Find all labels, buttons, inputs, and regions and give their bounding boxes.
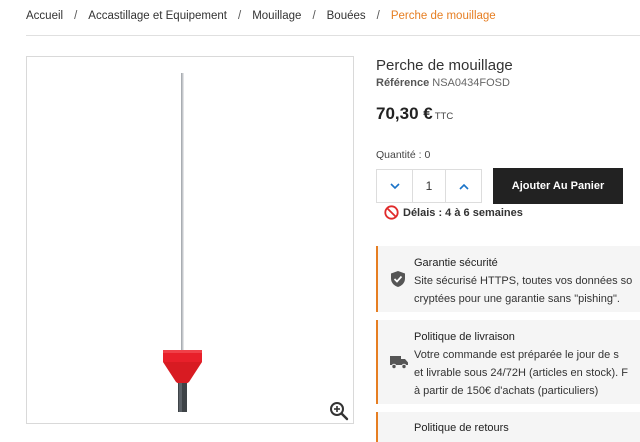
header-divider — [26, 35, 640, 36]
chevron-up-icon — [458, 183, 469, 190]
breadcrumb: Accueil / Accastillage et Equipement / Mouil… — [26, 10, 496, 22]
product-reference: Référence NSA0434FOSD — [376, 77, 510, 89]
breadcrumb-accastillage[interactable]: Accastillage et Equipement — [88, 10, 227, 22]
info-returns: Politique de retours — [376, 412, 640, 442]
price-suffix: TTC — [434, 111, 454, 122]
no-entry-icon — [384, 205, 399, 220]
chevron-down-icon — [389, 182, 400, 189]
delay-text: Délais : 4 à 6 semaines — [403, 206, 523, 219]
info-title: Politique de livraison — [414, 331, 515, 343]
info-line: cryptées pour une garantie sans "pishing… — [414, 293, 620, 305]
info-title: Garantie sécurité — [414, 257, 498, 269]
truck-icon — [390, 355, 408, 374]
quantity-decrease-button[interactable] — [377, 170, 412, 202]
breadcrumb-separator: / — [376, 10, 380, 22]
reference-label: Référence — [376, 77, 430, 89]
add-to-cart-button[interactable]: Ajouter Au Panier — [493, 168, 623, 204]
delivery-delay: Délais : 4 à 6 semaines — [384, 205, 523, 220]
info-line: Site sécurisé HTTPS, toutes vos données … — [414, 275, 633, 287]
quantity-label: Quantité : 0 — [376, 149, 431, 161]
product-image-panel[interactable] — [26, 56, 354, 424]
quantity-increase-button[interactable] — [446, 170, 481, 202]
product-image — [163, 73, 202, 412]
quantity-stepper: 1 — [376, 169, 482, 203]
breadcrumb-separator: / — [312, 10, 316, 22]
reference-value: NSA0434FOSD — [432, 77, 510, 89]
info-line: Votre commande est préparée le jour de s — [414, 349, 619, 361]
shield-check-icon — [390, 270, 406, 293]
price-value: 70,30 € — [376, 104, 433, 123]
breadcrumb-bouees[interactable]: Bouées — [327, 10, 366, 22]
info-delivery: Politique de livraison Votre commande es… — [376, 320, 640, 404]
breadcrumb-separator: / — [74, 10, 78, 22]
breadcrumb-current: Perche de mouillage — [390, 10, 496, 22]
info-line: à partir de 150€ d'achats (particuliers) — [414, 385, 599, 397]
product-price: 70,30 € TTC — [376, 104, 453, 124]
breadcrumb-mouillage[interactable]: Mouillage — [252, 10, 301, 22]
quantity-input[interactable]: 1 — [412, 170, 446, 202]
info-line: et livrable sous 24/72H (articles en sto… — [414, 367, 628, 379]
breadcrumb-separator: / — [238, 10, 242, 22]
product-title: Perche de mouillage — [376, 57, 513, 74]
info-title: Politique de retours — [414, 422, 509, 434]
zoom-icon[interactable] — [329, 401, 349, 421]
breadcrumb-home[interactable]: Accueil — [26, 10, 63, 22]
info-security: Garantie sécurité Site sécurisé HTTPS, t… — [376, 246, 640, 312]
